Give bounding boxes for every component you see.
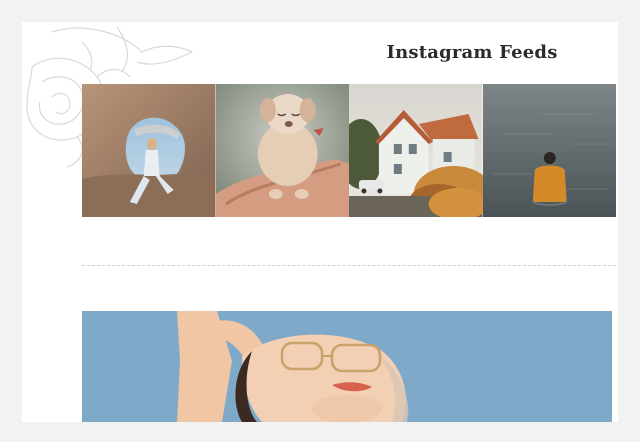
puppy-in-hand-photo	[215, 84, 349, 217]
feed-item-person-in-water[interactable]	[482, 84, 616, 217]
instagram-feed-grid	[82, 84, 616, 217]
feed-item-puppy[interactable]	[215, 84, 349, 217]
rock-arch-photo	[82, 84, 216, 217]
sunbathing-woman-photo	[82, 311, 612, 422]
instagram-feeds-section: Instagram Feeds	[22, 22, 618, 422]
hero-image[interactable]	[82, 311, 612, 422]
section-divider	[82, 265, 616, 266]
person-in-water-photo	[482, 84, 616, 217]
house-at-sunset-photo	[349, 84, 483, 217]
feed-item-house[interactable]	[349, 84, 483, 217]
feed-item-rock-arch[interactable]	[82, 84, 216, 217]
section-title: Instagram Feeds	[386, 42, 558, 63]
